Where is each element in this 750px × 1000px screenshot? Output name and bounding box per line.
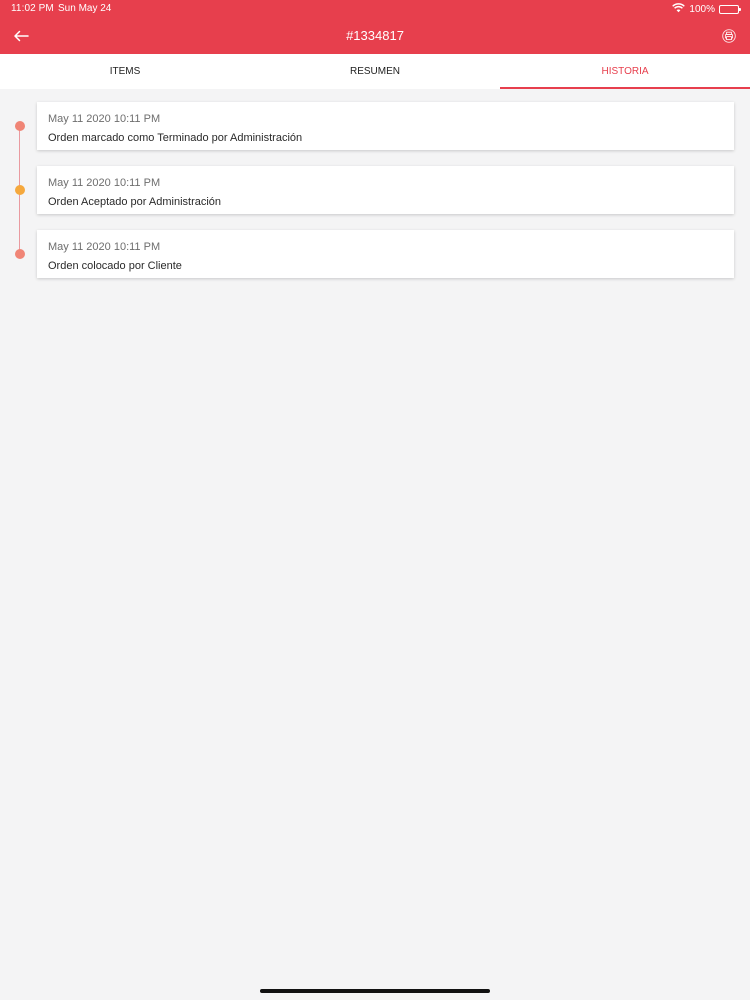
wifi-icon [672,0,686,18]
status-indicators: 100% [672,0,741,18]
tab-items[interactable]: ITEMS [0,54,250,89]
history-entry-date: May 11 2020 10:11 PM [48,113,161,125]
tab-resumen[interactable]: RESUMEN [250,54,500,89]
timeline-dot [15,249,25,259]
printer-icon [722,29,736,43]
timeline-dot [15,185,25,195]
history-entry-text: Orden marcado como Terminado por Adminis… [48,132,303,144]
print-button[interactable] [720,27,738,45]
history-entry-text: Orden Aceptado por Administración [48,196,222,208]
battery-percentage: 100% [689,3,715,15]
status-date: Sun May 24 [58,3,112,14]
home-indicator [260,989,490,993]
battery-icon [719,4,741,14]
history-entry: May 11 2020 10:11 PM Orden colocado por … [37,230,734,278]
history-entry-date: May 11 2020 10:11 PM [48,241,161,253]
history-entry: May 11 2020 10:11 PM Orden Aceptado por … [37,166,734,214]
history-entry: May 11 2020 10:11 PM Orden marcado como … [37,102,734,150]
tab-historia[interactable]: HISTORIA [500,54,750,89]
history-entry-date: May 11 2020 10:11 PM [48,177,161,189]
timeline-dot [15,121,25,131]
app-header: 11:02 PM Sun May 24 100% #1334817 [0,0,750,54]
tab-bar: ITEMS RESUMEN HISTORIA [0,54,750,89]
status-time: 11:02 PM [11,3,54,14]
history-entry-text: Orden colocado por Cliente [48,260,182,272]
page-title: #1334817 [346,28,404,43]
